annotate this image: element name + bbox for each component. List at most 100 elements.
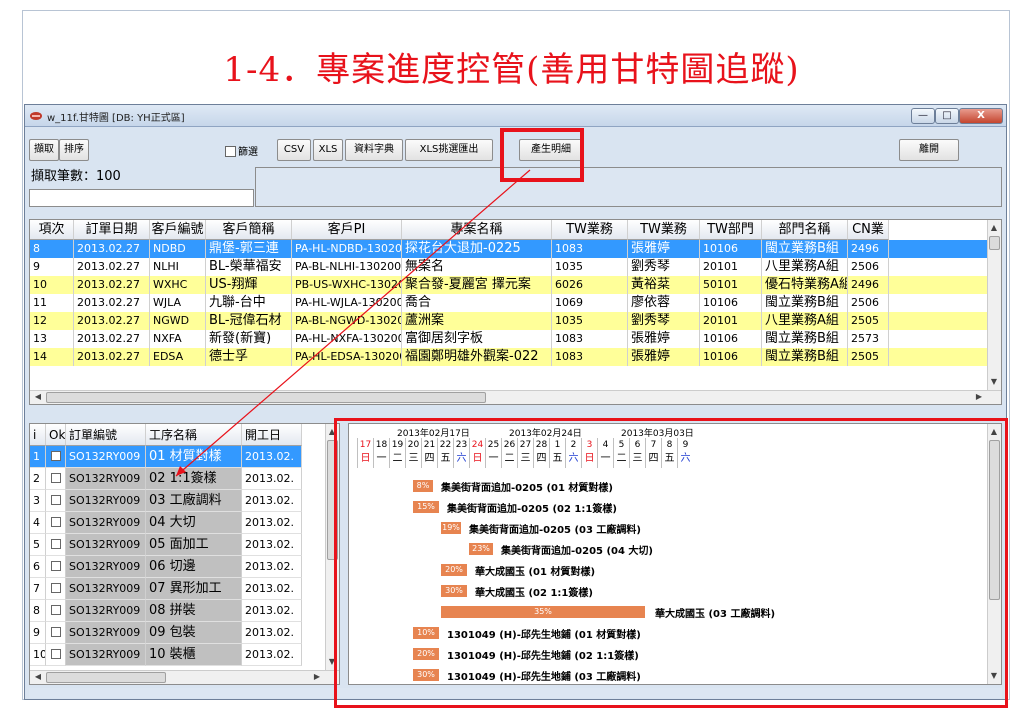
table-cell[interactable]: 2013.02. <box>242 578 302 600</box>
table-cell[interactable]: 2013.02. <box>242 644 302 666</box>
table-cell[interactable]: 喬合 <box>402 294 552 312</box>
table-cell[interactable]: 10106 <box>700 240 762 258</box>
table-cell[interactable]: 2013.02. <box>242 512 302 534</box>
table-cell[interactable]: NDBD <box>150 240 206 258</box>
table-cell[interactable]: BL-冠偉石材 <box>206 312 292 330</box>
process-grid-col-header[interactable]: Ok <box>46 424 66 446</box>
table-cell[interactable]: 10106 <box>700 294 762 312</box>
table-cell[interactable]: 閩立業務B組 <box>762 330 848 348</box>
order-grid-col-header[interactable]: 部門名稱 <box>762 220 848 240</box>
table-cell[interactable]: 八里業務A組 <box>762 258 848 276</box>
order-grid[interactable]: 項次 訂單日期 客戶編號 客戶簡稱 客戶PI 專案名稱 TW業務 TW業務 TW部門 部門名稱 CN… <box>29 219 1002 405</box>
table-cell[interactable]: 03 工廠調料 <box>146 490 242 512</box>
ok-checkbox[interactable] <box>46 534 66 556</box>
ok-checkbox-box[interactable] <box>51 583 61 593</box>
table-cell[interactable]: 2013.02.27 <box>74 294 150 312</box>
ok-checkbox-box[interactable] <box>51 539 61 549</box>
ok-checkbox[interactable] <box>46 644 66 666</box>
maximize-button[interactable]: □ <box>935 108 959 124</box>
table-cell[interactable]: 劉秀琴 <box>628 312 700 330</box>
ok-checkbox-box[interactable] <box>51 451 61 461</box>
table-cell[interactable]: 蘆洲案 <box>402 312 552 330</box>
ok-checkbox[interactable] <box>46 556 66 578</box>
table-cell[interactable]: 10106 <box>700 348 762 366</box>
table-cell[interactable]: 黃裕棻 <box>628 276 700 294</box>
table-cell[interactable]: SO132RY009 <box>66 600 146 622</box>
ok-checkbox[interactable] <box>46 622 66 644</box>
table-cell[interactable]: SO132RY009 <box>66 644 146 666</box>
table-cell[interactable]: 9 <box>30 622 46 644</box>
table-cell[interactable]: BL-榮華福安 <box>206 258 292 276</box>
ok-checkbox-box[interactable] <box>51 473 61 483</box>
table-cell[interactable]: 01 材質對樣 <box>146 446 242 468</box>
table-row[interactable]: 14 2013.02.27 EDSA 德士孚 PA-HL-EDSA-1302009 福園鄭… <box>30 348 989 366</box>
table-row[interactable]: 4 SO132RY009 04 大切 2013.02. <box>30 512 327 534</box>
table-cell[interactable]: 2013.02.27 <box>74 348 150 366</box>
order-grid-col-header[interactable]: TW業務 <box>628 220 700 240</box>
table-cell[interactable]: 20101 <box>700 312 762 330</box>
minimize-button[interactable]: — <box>911 108 935 124</box>
scroll-thumb[interactable] <box>989 236 1000 250</box>
table-cell[interactable]: SO132RY009 <box>66 578 146 600</box>
scroll-down-icon[interactable]: ▼ <box>988 376 1000 388</box>
table-cell[interactable]: 2505 <box>848 348 889 366</box>
table-cell[interactable]: 8 <box>30 240 74 258</box>
table-row[interactable]: 102013.02.27WXHCUS-翔輝PB-US-WXHC-1302002聚… <box>30 276 989 294</box>
table-row[interactable]: 2 SO132RY009 02 1:1簽樣 2013.02. <box>30 468 327 490</box>
table-cell[interactable]: 10 <box>30 644 46 666</box>
table-cell[interactable]: PA-HL-WJLA-1302008 <box>292 294 402 312</box>
scroll-left-icon[interactable]: ◀ <box>32 391 44 403</box>
table-cell[interactable]: NXFA <box>150 330 206 348</box>
sort-button[interactable]: 排序 <box>59 139 89 161</box>
table-cell[interactable]: SO132RY009 <box>66 468 146 490</box>
process-grid-col-header[interactable]: 工序名稱 <box>146 424 242 446</box>
scroll-right-icon[interactable]: ▶ <box>311 671 323 683</box>
table-cell[interactable]: 2013.02.27 <box>74 240 150 258</box>
table-row[interactable]: 122013.02.27NGWDBL-冠偉石材PA-BL-NGWD-130200… <box>30 312 989 330</box>
table-cell[interactable]: PB-US-WXHC-1302002 <box>292 276 402 294</box>
table-cell[interactable]: 閩立業務B組 <box>762 348 848 366</box>
table-cell[interactable]: 02 1:1簽樣 <box>146 468 242 490</box>
hscroll-thumb[interactable] <box>46 672 166 683</box>
table-row[interactable]: 13 2013.02.27 NXFA 新發(新寶) PA-HL-NXFA-1302004… <box>30 330 989 348</box>
table-cell[interactable]: 閩立業務B組 <box>762 240 848 258</box>
table-cell[interactable]: 九聯-台中 <box>206 294 292 312</box>
ok-checkbox[interactable] <box>46 578 66 600</box>
filter-checkbox[interactable]: 篩選 <box>225 143 258 158</box>
table-cell[interactable]: 富御居刻字板 <box>402 330 552 348</box>
table-cell[interactable]: 2506 <box>848 294 889 312</box>
table-cell[interactable]: 1083 <box>552 348 628 366</box>
table-cell[interactable]: 2505 <box>848 312 889 330</box>
table-cell[interactable]: 1 <box>30 446 46 468</box>
table-row[interactable]: 82013.02.27NDBD鼎堡-郭三連PA-HL-NDBD-1302003探… <box>30 240 989 258</box>
order-grid-col-header[interactable]: 客戶PI <box>292 220 402 240</box>
table-cell[interactable]: 08 拼裝 <box>146 600 242 622</box>
csv-button[interactable]: CSV <box>277 139 311 161</box>
table-row[interactable]: 7 SO132RY009 07 異形加工 2013.02. <box>30 578 327 600</box>
table-cell[interactable]: 1035 <box>552 312 628 330</box>
process-grid-col-header[interactable]: 開工日 <box>242 424 302 446</box>
table-cell[interactable]: 2013.02. <box>242 556 302 578</box>
table-cell[interactable]: 1035 <box>552 258 628 276</box>
order-grid-col-header[interactable]: CN業 <box>848 220 889 240</box>
hscroll-thumb[interactable] <box>46 392 486 403</box>
table-cell[interactable]: NGWD <box>150 312 206 330</box>
ok-checkbox-box[interactable] <box>51 605 61 615</box>
ok-checkbox[interactable] <box>46 512 66 534</box>
close-button[interactable]: X <box>959 108 1003 124</box>
table-row[interactable]: 10 SO132RY009 10 裝櫃 2013.02. <box>30 644 327 666</box>
table-cell[interactable]: 1083 <box>552 330 628 348</box>
process-grid-col-header[interactable]: 訂單編號 <box>66 424 146 446</box>
scroll-right-icon[interactable]: ▶ <box>973 391 985 403</box>
table-cell[interactable]: 2013.02.27 <box>74 330 150 348</box>
order-grid-vscroll[interactable]: ▲ ▼ <box>987 220 1001 404</box>
table-cell[interactable]: 8 <box>30 600 46 622</box>
ok-checkbox-box[interactable] <box>51 561 61 571</box>
table-cell[interactable]: 劉秀琴 <box>628 258 700 276</box>
scroll-left-icon[interactable]: ◀ <box>32 671 44 683</box>
process-grid-hscroll[interactable]: ◀ ▶ <box>30 670 339 684</box>
table-cell[interactable]: EDSA <box>150 348 206 366</box>
table-cell[interactable]: 2013.02. <box>242 622 302 644</box>
table-cell[interactable]: 50101 <box>700 276 762 294</box>
table-cell[interactable]: 福園鄭明雄外觀案-022 <box>402 348 552 366</box>
